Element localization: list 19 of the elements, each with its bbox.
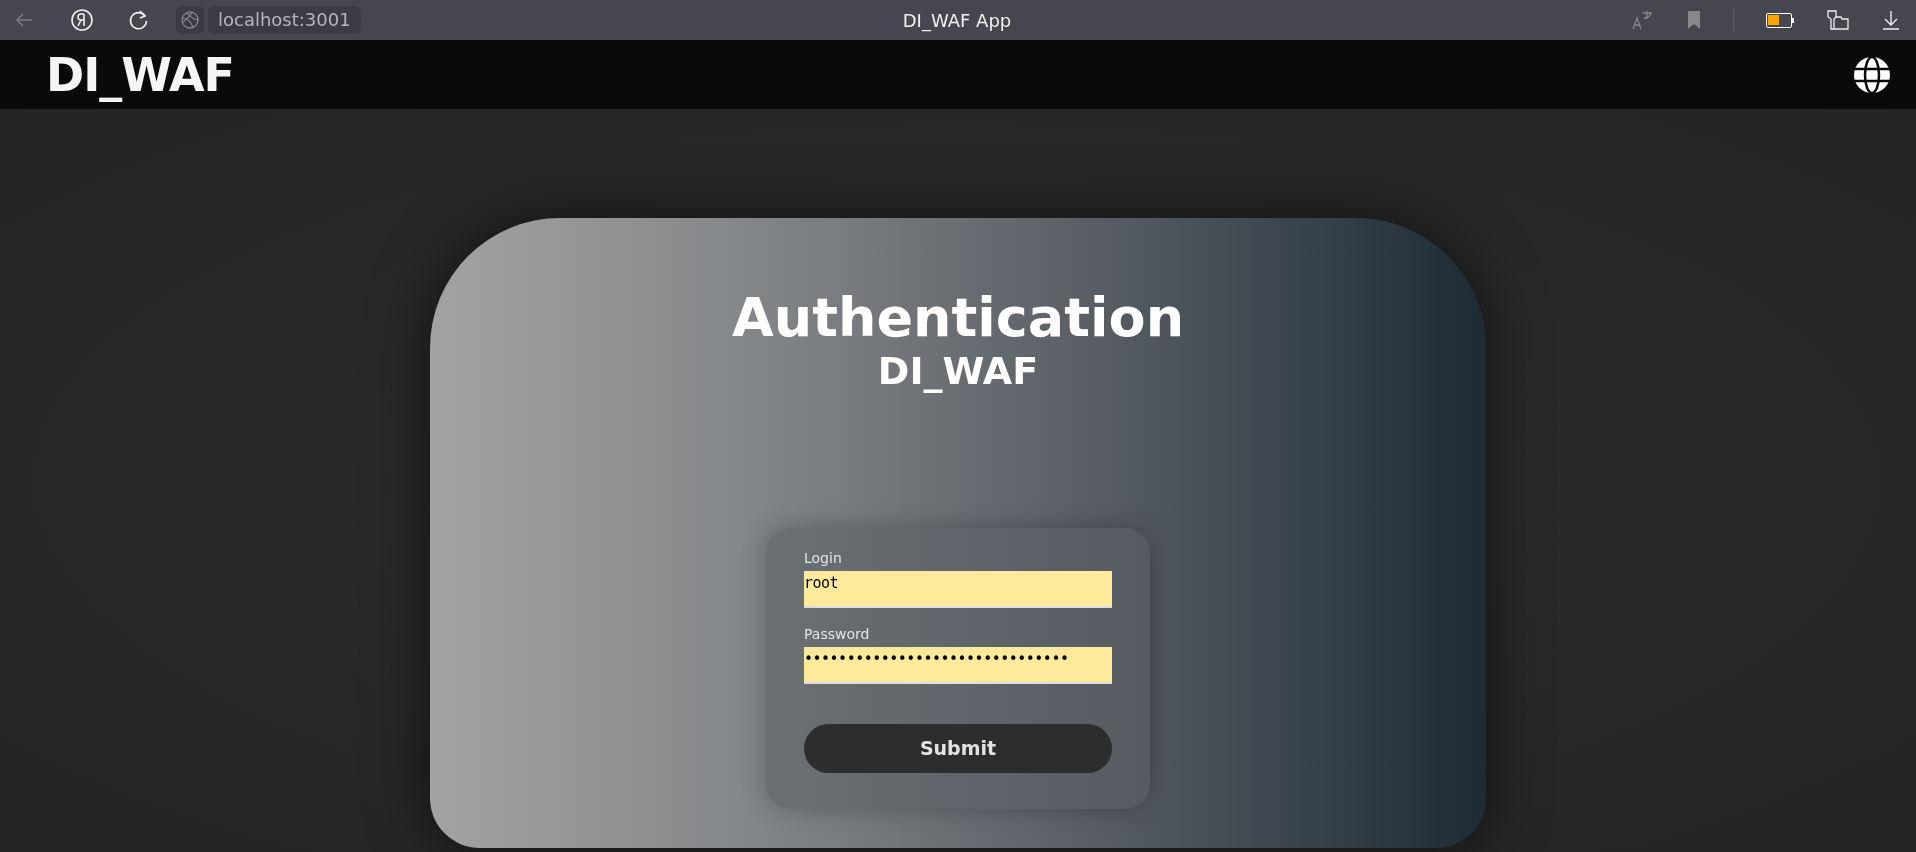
- browser-logo-icon[interactable]: [70, 8, 94, 32]
- app-logo[interactable]: DI_WAF: [46, 47, 234, 102]
- card-subtitle: DI_WAF: [877, 350, 1039, 393]
- reload-icon[interactable]: [128, 9, 150, 31]
- battery-icon[interactable]: [1766, 12, 1794, 28]
- card-title: Authentication: [731, 286, 1185, 351]
- input-field[interactable]: root: [804, 570, 1112, 608]
- page-title: DI_WAF App: [902, 9, 1012, 31]
- bookmark-icon[interactable]: [1687, 10, 1701, 30]
- field-label: Password: [804, 625, 871, 642]
- submit-button[interactable]: Submit: [804, 723, 1112, 773]
- field-label: Login: [804, 549, 843, 566]
- site-info-icon[interactable]: [176, 6, 204, 34]
- input-field[interactable]: •••••••••••••••••••••••••••••••: [804, 646, 1112, 684]
- address-bar[interactable]: localhost:3001: [208, 6, 361, 34]
- translate-icon[interactable]: [1631, 9, 1655, 31]
- globe-icon[interactable]: [1853, 55, 1891, 94]
- download-icon[interactable]: [1882, 10, 1900, 30]
- key-folder-icon[interactable]: [1826, 9, 1850, 31]
